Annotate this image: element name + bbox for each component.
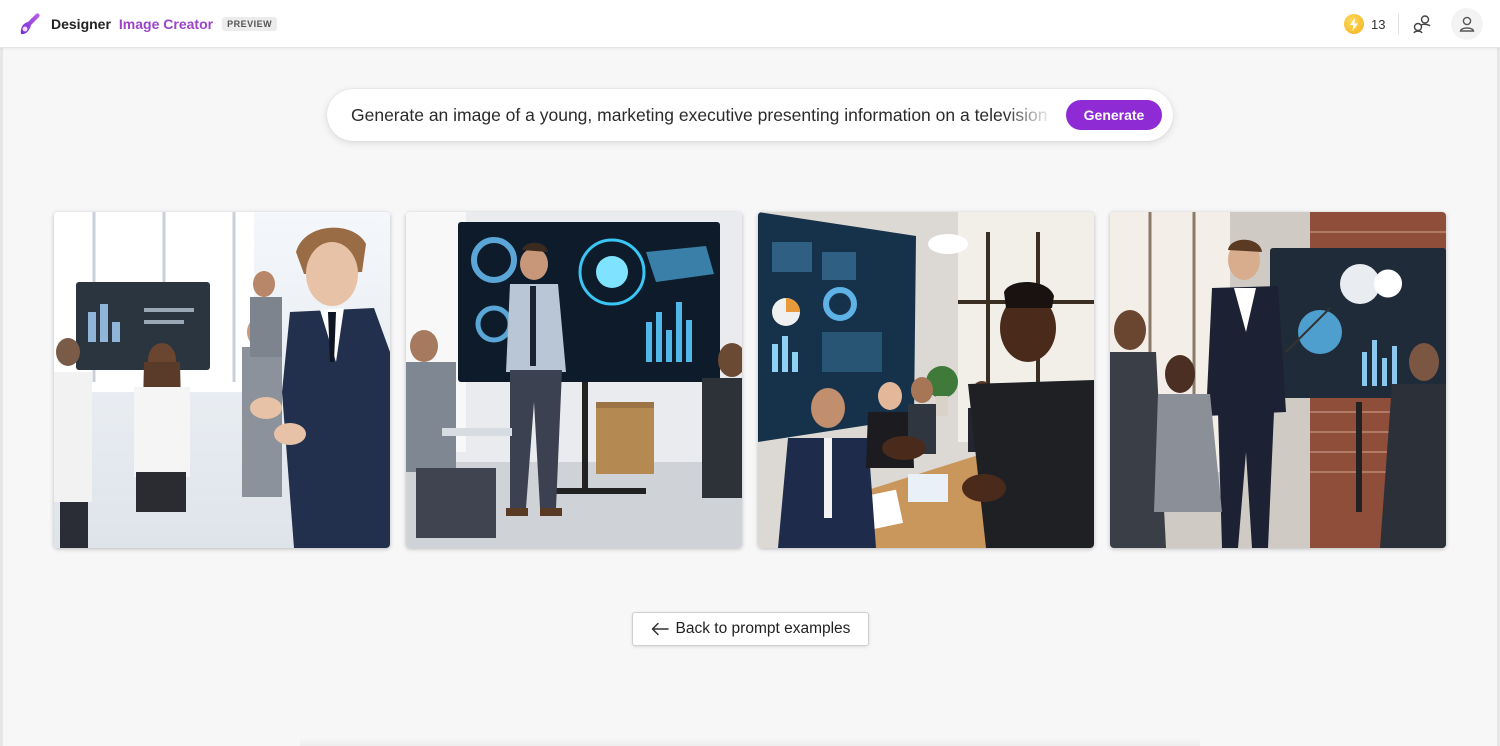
prompt-bar: Generate <box>327 89 1173 141</box>
footer-shadow <box>300 738 1200 746</box>
boost-count: 13 <box>1371 16 1386 32</box>
profile-button[interactable] <box>1451 8 1483 40</box>
product-name[interactable]: Image Creator <box>119 16 213 32</box>
user-profile-icon <box>1459 16 1475 32</box>
result-image-4[interactable] <box>1110 212 1446 548</box>
result-image-2[interactable] <box>406 212 742 548</box>
designer-logo-icon[interactable] <box>16 10 44 38</box>
preview-badge: PREVIEW <box>222 17 278 31</box>
boost-counter[interactable]: 13 <box>1344 14 1385 34</box>
header-divider <box>1398 14 1399 34</box>
result-image-1[interactable] <box>54 212 390 548</box>
share-icon[interactable] <box>1411 13 1433 35</box>
arrow-left-icon <box>651 622 669 636</box>
result-image-3[interactable] <box>758 212 1094 548</box>
prompt-input[interactable] <box>351 99 1053 131</box>
lightning-bolt-icon <box>1344 14 1364 34</box>
generate-button[interactable]: Generate <box>1066 100 1162 130</box>
brand: Designer Image Creator PREVIEW <box>51 16 278 32</box>
brand-name[interactable]: Designer <box>51 16 111 32</box>
back-button-label: Back to prompt examples <box>675 620 851 637</box>
back-to-prompt-examples-button[interactable]: Back to prompt examples <box>632 612 869 646</box>
top-header: Designer Image Creator PREVIEW 13 <box>0 0 1500 48</box>
